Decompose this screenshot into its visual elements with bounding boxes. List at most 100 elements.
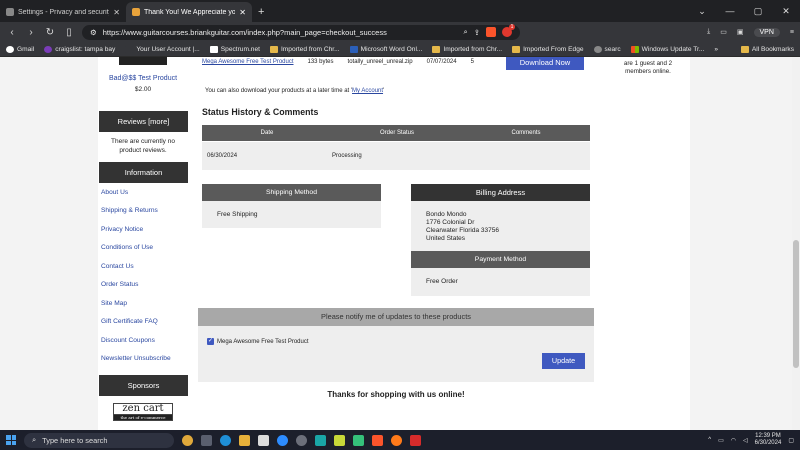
widgets-icon[interactable] [182,434,193,446]
bookmark-folder-edge[interactable]: Imported From Edge [512,45,584,53]
sidebar-link-conditions[interactable]: Conditions of Use [101,244,153,251]
network-icon[interactable]: ▭ [718,437,724,444]
new-tab-button[interactable]: + [252,2,270,22]
reload-icon[interactable]: ↻ [44,27,56,38]
zoom-icon[interactable]: ⌕ [464,27,468,37]
notify-product-label[interactable]: Mega Awesome Free Test Product [217,339,309,345]
taskbar: ⌕ Type here to search ^ ▭ ◠ ◁ 12:39 PM 6… [0,430,800,450]
line-app-icon[interactable] [334,434,345,446]
notify-checkbox[interactable]: ✓ [207,338,214,345]
sidebar-link-contact-us[interactable]: Contact Us [101,263,134,270]
sidebar-product-link[interactable]: Bad@$$ Test Product [98,75,188,82]
download-date: 07/07/2024 [426,59,457,65]
thanks-message: Thanks for shopping with us online! [327,390,465,399]
taskbar-search-placeholder[interactable]: Type here to search [42,436,107,445]
wallet-icon[interactable]: ▣ [737,28,744,36]
billing-city: Clearwater Florida 33756 [426,227,499,234]
bookmark-gmail[interactable]: Gmail [6,45,34,53]
download-file-link[interactable]: Mega Awesome Free Test Product [202,59,294,65]
sidebar-link-site-map[interactable]: Site Map [101,300,127,307]
account-icon [125,45,134,53]
my-account-link[interactable]: My Account [352,88,383,94]
bookmark-folder-chrome-1[interactable]: Imported from Chr... [269,45,340,53]
back-icon[interactable]: ‹ [6,27,18,38]
firefox-icon[interactable] [391,434,402,446]
sidebar-toggle-icon[interactable]: ▭ [720,28,727,36]
download-icon[interactable]: ⤓ [707,28,710,36]
download-now-button[interactable]: Download Now [506,57,584,70]
store-icon[interactable] [258,434,269,446]
file-explorer-icon[interactable] [239,434,250,446]
line-app-2-icon[interactable] [353,434,364,446]
sidebar-link-newsletter-unsubscribe[interactable]: Newsletter Unsubscribe [101,355,171,362]
billing-country: United States [426,235,466,242]
show-hidden-icons-icon[interactable]: ^ [708,437,711,443]
column-date: Date [260,130,274,136]
window-controls: ⌄ — ▢ ✕ [688,0,800,22]
tab-search-icon[interactable]: ⌄ [688,6,716,17]
sidebar-link-about-us[interactable]: About Us [101,189,128,196]
all-bookmarks-button[interactable]: All Bookmarks [740,45,794,53]
craigslist-icon [44,45,53,53]
maximize-icon[interactable]: ▢ [744,6,772,17]
menu-icon[interactable]: ≡ [790,29,794,36]
notifications-icon[interactable]: ▢ [788,437,794,444]
browser-tab-bar: Settings - Privacy and security ✕ Thank … [0,0,800,22]
bookmark-search[interactable]: searc [593,45,621,53]
brave-rewards-icon[interactable] [502,24,515,37]
notify-heading: Please notify me of updates to these pro… [198,308,594,326]
sidebar-link-gift-certificate-faq[interactable]: Gift Certificate FAQ [101,318,158,325]
close-tab-icon[interactable]: ✕ [113,8,120,17]
wifi-icon[interactable]: ◠ [731,437,736,444]
site-info-icon[interactable]: ⚙ [90,28,97,37]
share-icon[interactable]: ⇪ [474,28,480,37]
brave-taskbar-icon[interactable] [372,434,383,446]
sidebar-link-privacy-notice[interactable]: Privacy Notice [101,226,143,233]
red-app-icon[interactable] [410,434,421,446]
taskbar-search[interactable]: ⌕ Type here to search [24,432,174,448]
sidebar-link-discount-coupons[interactable]: Discount Coupons [101,337,155,344]
download-filename: totally_unreel_unreal.zip [347,59,413,65]
reviews-heading[interactable]: Reviews [more] [99,111,188,132]
minimize-icon[interactable]: — [716,6,744,16]
sidebar-link-shipping-returns[interactable]: Shipping & Returns [101,207,158,214]
folder-icon [432,45,441,53]
zoom-app-icon[interactable] [277,434,288,446]
folder-icon [512,45,521,53]
url-text[interactable]: https://www.guitarcourses.briankguitar.c… [103,28,458,37]
tab-settings[interactable]: Settings - Privacy and security ✕ [0,2,126,22]
folder-icon [269,45,278,53]
more-bookmarks-button[interactable]: » [714,46,718,53]
sidebar-link-order-status[interactable]: Order Status [101,281,138,288]
bookmark-user-account[interactable]: Your User Account |... [125,45,200,53]
payment-method-heading: Payment Method [411,251,590,268]
brave-shields-icon[interactable] [486,27,496,37]
forward-icon[interactable]: › [25,27,37,38]
close-tab-icon[interactable]: ✕ [239,8,246,17]
edge-icon[interactable] [220,434,231,446]
tab-thank-you[interactable]: Thank You! We Appreciate you ✕ [126,2,252,22]
app-icon[interactable] [296,434,307,446]
bookmark-windows-update[interactable]: Windows Update Tr... [630,45,704,53]
site-favicon-icon [132,8,140,16]
search-icon: ⌕ [32,435,37,444]
url-field[interactable]: ⚙ https://www.guitarcourses.briankguitar… [82,24,520,40]
bookmark-craigslist[interactable]: craigslist: tampa bay [44,45,115,53]
media-icon[interactable] [315,434,326,446]
task-view-icon[interactable] [201,434,212,446]
close-window-icon[interactable]: ✕ [772,6,800,17]
bookmark-page-icon[interactable]: ▯ [63,27,75,38]
vpn-button[interactable]: VPN [753,27,780,37]
product-image[interactable] [119,57,167,65]
zen-cart-logo[interactable]: zen cart the art of e-commerce [113,403,173,421]
start-icon[interactable] [6,435,16,445]
volume-icon[interactable]: ◁ [743,437,748,444]
scrollbar-thumb[interactable] [793,240,799,368]
update-button[interactable]: Update [542,353,585,369]
clock[interactable]: 12:39 PM 6/30/2024 [755,433,782,447]
bookmark-spectrum[interactable]: Spectrum.net [209,45,260,53]
bookmark-word-online[interactable]: Microsoft Word Onl... [349,45,422,53]
windows-icon [630,45,639,53]
bookmark-folder-chrome-2[interactable]: Imported from Chr... [432,45,502,53]
page-scrollbar[interactable] [792,57,800,430]
